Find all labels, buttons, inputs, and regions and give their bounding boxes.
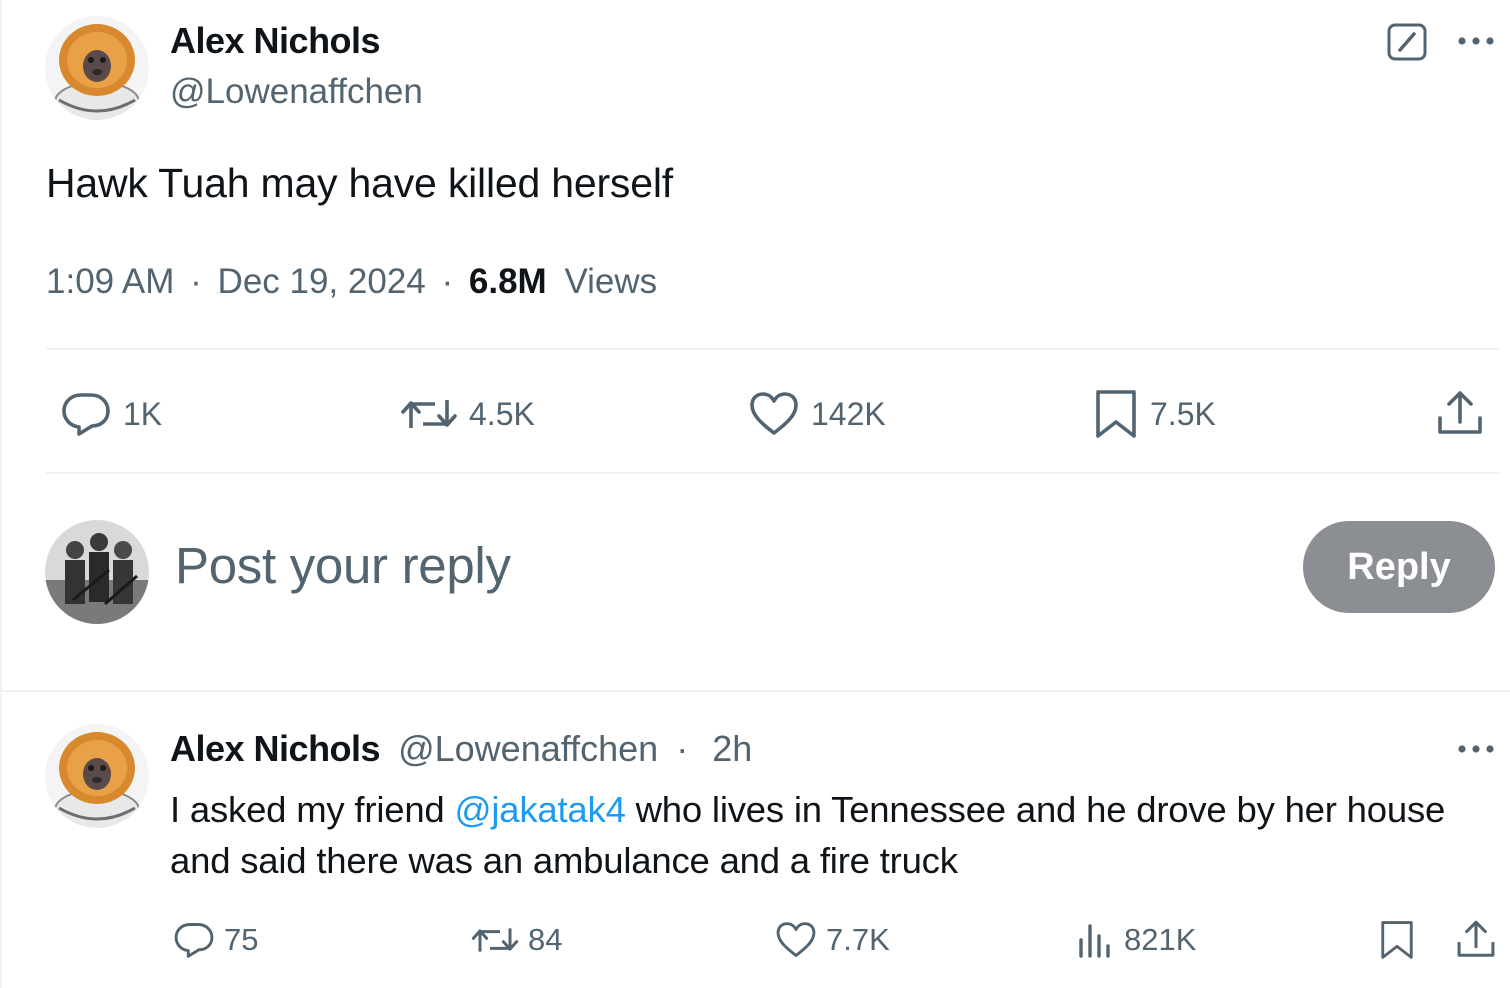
like-count: 142K: [811, 395, 886, 432]
separator-dot: ·: [676, 728, 689, 769]
grok-slash-icon: [1387, 23, 1427, 61]
comment-author-name[interactable]: Alex Nichols: [170, 728, 381, 769]
separator-dot: ·: [190, 262, 202, 301]
comment-share-action[interactable]: [1454, 918, 1498, 962]
repost-count: 4.5K: [469, 395, 535, 432]
comment-author-avatar[interactable]: [45, 724, 149, 828]
views-count: 6.8M: [468, 262, 547, 301]
share-action[interactable]: [1434, 388, 1486, 440]
monkey-avatar-image: [45, 16, 149, 120]
bar-chart-icon: [1079, 924, 1110, 958]
tweet-date[interactable]: Dec 19, 2024: [218, 262, 426, 301]
reply-count: 1K: [123, 395, 163, 432]
comment-header: Alex Nichols @Lowenaffchen · 2h: [170, 728, 752, 770]
speech-bubble-icon: [62, 393, 110, 436]
reply-button[interactable]: Reply: [1303, 521, 1495, 613]
bookmark-icon: [1096, 390, 1136, 438]
reply-action[interactable]: 1K: [59, 390, 162, 438]
author-name[interactable]: Alex Nichols: [170, 20, 381, 62]
separator-dot: ·: [441, 262, 454, 301]
comment-more-options-button[interactable]: [1454, 734, 1498, 764]
comment-views-action[interactable]: 821K: [1076, 920, 1196, 960]
author-avatar[interactable]: [45, 16, 149, 120]
bookmark-count: 7.5K: [1150, 395, 1216, 432]
comment-repost-count: 84: [528, 922, 563, 957]
group-photo-avatar-image: [45, 520, 149, 624]
more-options-button[interactable]: [1454, 26, 1498, 56]
ellipsis-icon: [1458, 745, 1494, 753]
ellipsis-icon: [1458, 37, 1494, 45]
grok-button[interactable]: [1386, 22, 1428, 62]
author-handle[interactable]: @Lowenaffchen: [170, 72, 423, 112]
comment-reply-action[interactable]: 75: [172, 920, 258, 960]
repost-arrows-icon: [471, 928, 519, 952]
tweet-time[interactable]: 1:09 AM: [46, 262, 174, 301]
bookmark-action[interactable]: 7.5K: [1092, 388, 1216, 440]
tweet-text: Hawk Tuah may have killed herself: [46, 160, 673, 206]
comment-time[interactable]: 2h: [712, 728, 752, 769]
views-label: Views: [564, 262, 658, 301]
tweet-detail-view: Alex Nichols @Lowenaffchen Hawk Tuah may…: [0, 0, 1510, 988]
speech-bubble-icon: [174, 923, 214, 958]
repost-action[interactable]: 4.5K: [399, 390, 535, 438]
comment-author-handle[interactable]: @Lowenaffchen: [398, 728, 658, 769]
comment-views-count: 821K: [1124, 922, 1197, 957]
comment-text: I asked my friend @jakatak4 who lives in…: [170, 784, 1470, 886]
heart-icon: [776, 922, 816, 957]
monkey-avatar-image: [45, 724, 149, 828]
comment-text-before: I asked my friend: [170, 789, 455, 830]
tweet-metadata: 1:09 AM · Dec 19, 2024 · 6.8M Views: [46, 262, 657, 302]
comment-reply-count: 75: [224, 922, 259, 957]
comment-repost-action[interactable]: 84: [470, 920, 562, 960]
current-user-avatar[interactable]: [45, 520, 149, 624]
comment-like-action[interactable]: 7.7K: [774, 920, 890, 960]
divider: [46, 472, 1500, 474]
bookmark-icon: [1381, 921, 1413, 959]
mention-link[interactable]: @jakatak4: [454, 789, 625, 830]
comment-bookmark-action[interactable]: [1378, 918, 1416, 962]
share-upload-icon: [1438, 391, 1482, 434]
share-upload-icon: [1457, 920, 1495, 957]
reply-input[interactable]: Post your reply: [175, 536, 511, 595]
like-action[interactable]: 142K: [747, 390, 886, 438]
comment-like-count: 7.7K: [826, 922, 890, 957]
repost-arrows-icon: [401, 400, 457, 428]
divider: [46, 348, 1500, 350]
section-divider: [2, 690, 1510, 692]
heart-icon: [750, 392, 798, 435]
